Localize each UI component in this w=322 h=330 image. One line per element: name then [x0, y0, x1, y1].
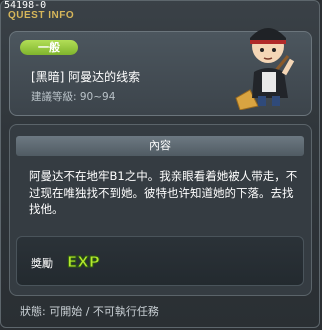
quest-name: [黑暗] 阿曼达的线索	[31, 70, 141, 84]
window-title: QUEST INFO	[8, 10, 75, 21]
exp-text: EXP	[67, 253, 100, 271]
reward-label: 獎勵	[31, 257, 53, 270]
quest-category-badge: 一般	[20, 40, 78, 55]
reward-box	[16, 236, 304, 286]
quest-description: 阿曼达不在地牢B1之中。我亲眼看着她被人带走，不过现在唯独找不到她。彼特也许知道…	[29, 169, 298, 216]
content-header: 內容	[16, 136, 304, 156]
quest-status: 狀態: 可開始 / 不可執行任務	[20, 305, 159, 318]
quest-level-range: 建議等級: 90~94	[31, 91, 116, 103]
npc-portrait	[228, 16, 308, 111]
exp-reward-icon: EXP	[66, 250, 101, 272]
